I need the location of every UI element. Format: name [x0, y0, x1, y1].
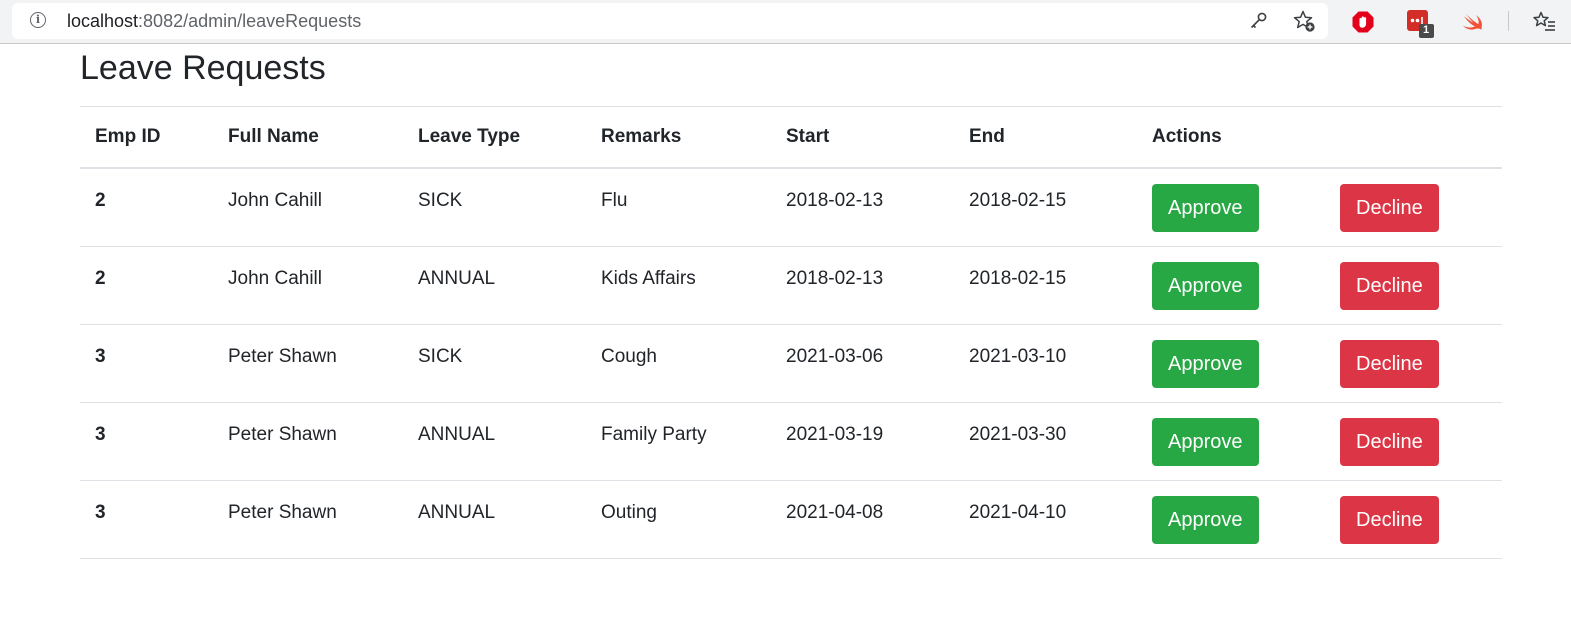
cell-decline: Decline: [1325, 479, 1502, 559]
leave-requests-table-container: Emp ID Full Name Leave Type Remarks Star…: [80, 106, 1502, 559]
decline-button[interactable]: Decline: [1340, 495, 1439, 544]
cell-full-name: John Cahill: [213, 245, 403, 324]
cell-emp-id: 3: [80, 479, 213, 559]
url-path: :8082/admin/leaveRequests: [138, 11, 362, 31]
table-row: 3 Peter Shawn SICK Cough 2021-03-06 2021…: [80, 323, 1502, 402]
star-add-icon[interactable]: [1292, 9, 1316, 33]
cell-leave-type: ANNUAL: [403, 401, 586, 480]
cell-full-name: John Cahill: [213, 167, 403, 246]
cell-leave-type: ANNUAL: [403, 245, 586, 324]
header-end: End: [954, 106, 1137, 169]
cell-start: 2018-02-13: [771, 245, 954, 324]
cell-decline: Decline: [1325, 323, 1502, 402]
table-body: 2 John Cahill SICK Flu 2018-02-13 2018-0…: [80, 167, 1502, 559]
table-row: 3 Peter Shawn ANNUAL Outing 2021-04-08 2…: [80, 479, 1502, 559]
key-icon[interactable]: [1248, 11, 1268, 31]
cell-leave-type: ANNUAL: [403, 479, 586, 559]
cell-approve: Approve: [1137, 479, 1325, 559]
swift-icon[interactable]: [1461, 10, 1485, 34]
table-row: 2 John Cahill SICK Flu 2018-02-13 2018-0…: [80, 167, 1502, 246]
leave-requests-table: Emp ID Full Name Leave Type Remarks Star…: [80, 106, 1502, 559]
address-bar[interactable]: i localhost:8082/admin/leaveRequests: [12, 3, 1328, 39]
cell-start: 2021-04-08: [771, 479, 954, 559]
cell-remarks: Family Party: [586, 401, 771, 480]
cell-end: 2021-04-10: [954, 479, 1137, 559]
cell-emp-id: 3: [80, 323, 213, 402]
approve-button[interactable]: Approve: [1152, 417, 1259, 466]
header-row: Emp ID Full Name Leave Type Remarks Star…: [80, 106, 1502, 169]
url-host: localhost: [67, 11, 139, 31]
cell-approve: Approve: [1137, 245, 1325, 324]
cell-emp-id: 3: [80, 401, 213, 480]
cell-start: 2021-03-19: [771, 401, 954, 480]
cell-remarks: Cough: [586, 323, 771, 402]
cell-decline: Decline: [1325, 401, 1502, 480]
decline-button[interactable]: Decline: [1340, 339, 1439, 388]
table-header: Emp ID Full Name Leave Type Remarks Star…: [80, 106, 1502, 169]
cell-full-name: Peter Shawn: [213, 323, 403, 402]
lastpass-icon[interactable]: 1: [1406, 9, 1436, 39]
browser-toolbar: i localhost:8082/admin/leaveRequests 1: [0, 0, 1571, 44]
cell-end: 2021-03-10: [954, 323, 1137, 402]
cell-start: 2021-03-06: [771, 323, 954, 402]
cell-full-name: Peter Shawn: [213, 479, 403, 559]
approve-button[interactable]: Approve: [1152, 339, 1259, 388]
cell-leave-type: SICK: [403, 323, 586, 402]
decline-button[interactable]: Decline: [1340, 417, 1439, 466]
header-actions-spacer: [1325, 106, 1502, 169]
cell-remarks: Outing: [586, 479, 771, 559]
header-leave-type: Leave Type: [403, 106, 586, 169]
reading-list-icon[interactable]: [1533, 10, 1557, 34]
cell-end: 2018-02-15: [954, 167, 1137, 246]
approve-button[interactable]: Approve: [1152, 184, 1259, 232]
header-emp-id: Emp ID: [80, 106, 213, 169]
url-text[interactable]: localhost:8082/admin/leaveRequests: [67, 10, 361, 32]
cell-decline: Decline: [1325, 245, 1502, 324]
decline-button[interactable]: Decline: [1340, 184, 1439, 232]
cell-approve: Approve: [1137, 167, 1325, 246]
cell-leave-type: SICK: [403, 167, 586, 246]
cell-full-name: Peter Shawn: [213, 401, 403, 480]
cell-remarks: Flu: [586, 167, 771, 246]
extension-badge: 1: [1423, 24, 1430, 36]
approve-button[interactable]: Approve: [1152, 495, 1259, 544]
cell-remarks: Kids Affairs: [586, 245, 771, 324]
cell-emp-id: 2: [80, 245, 213, 324]
decline-button[interactable]: Decline: [1340, 261, 1439, 310]
cell-end: 2021-03-30: [954, 401, 1137, 480]
table-row: 3 Peter Shawn ANNUAL Family Party 2021-0…: [80, 401, 1502, 480]
info-icon[interactable]: i: [30, 12, 46, 28]
page-title: Leave Requests: [80, 49, 326, 87]
cell-start: 2018-02-13: [771, 167, 954, 246]
header-remarks: Remarks: [586, 106, 771, 169]
header-start: Start: [771, 106, 954, 169]
cell-approve: Approve: [1137, 323, 1325, 402]
cell-emp-id: 2: [80, 167, 213, 246]
header-actions: Actions: [1137, 106, 1325, 169]
toolbar-separator: [1508, 11, 1509, 31]
approve-button[interactable]: Approve: [1152, 261, 1259, 310]
adblock-icon[interactable]: [1351, 10, 1375, 34]
cell-end: 2018-02-15: [954, 245, 1137, 324]
cell-decline: Decline: [1325, 167, 1502, 246]
header-full-name: Full Name: [213, 106, 403, 169]
table-row: 2 John Cahill ANNUAL Kids Affairs 2018-0…: [80, 245, 1502, 324]
cell-approve: Approve: [1137, 401, 1325, 480]
